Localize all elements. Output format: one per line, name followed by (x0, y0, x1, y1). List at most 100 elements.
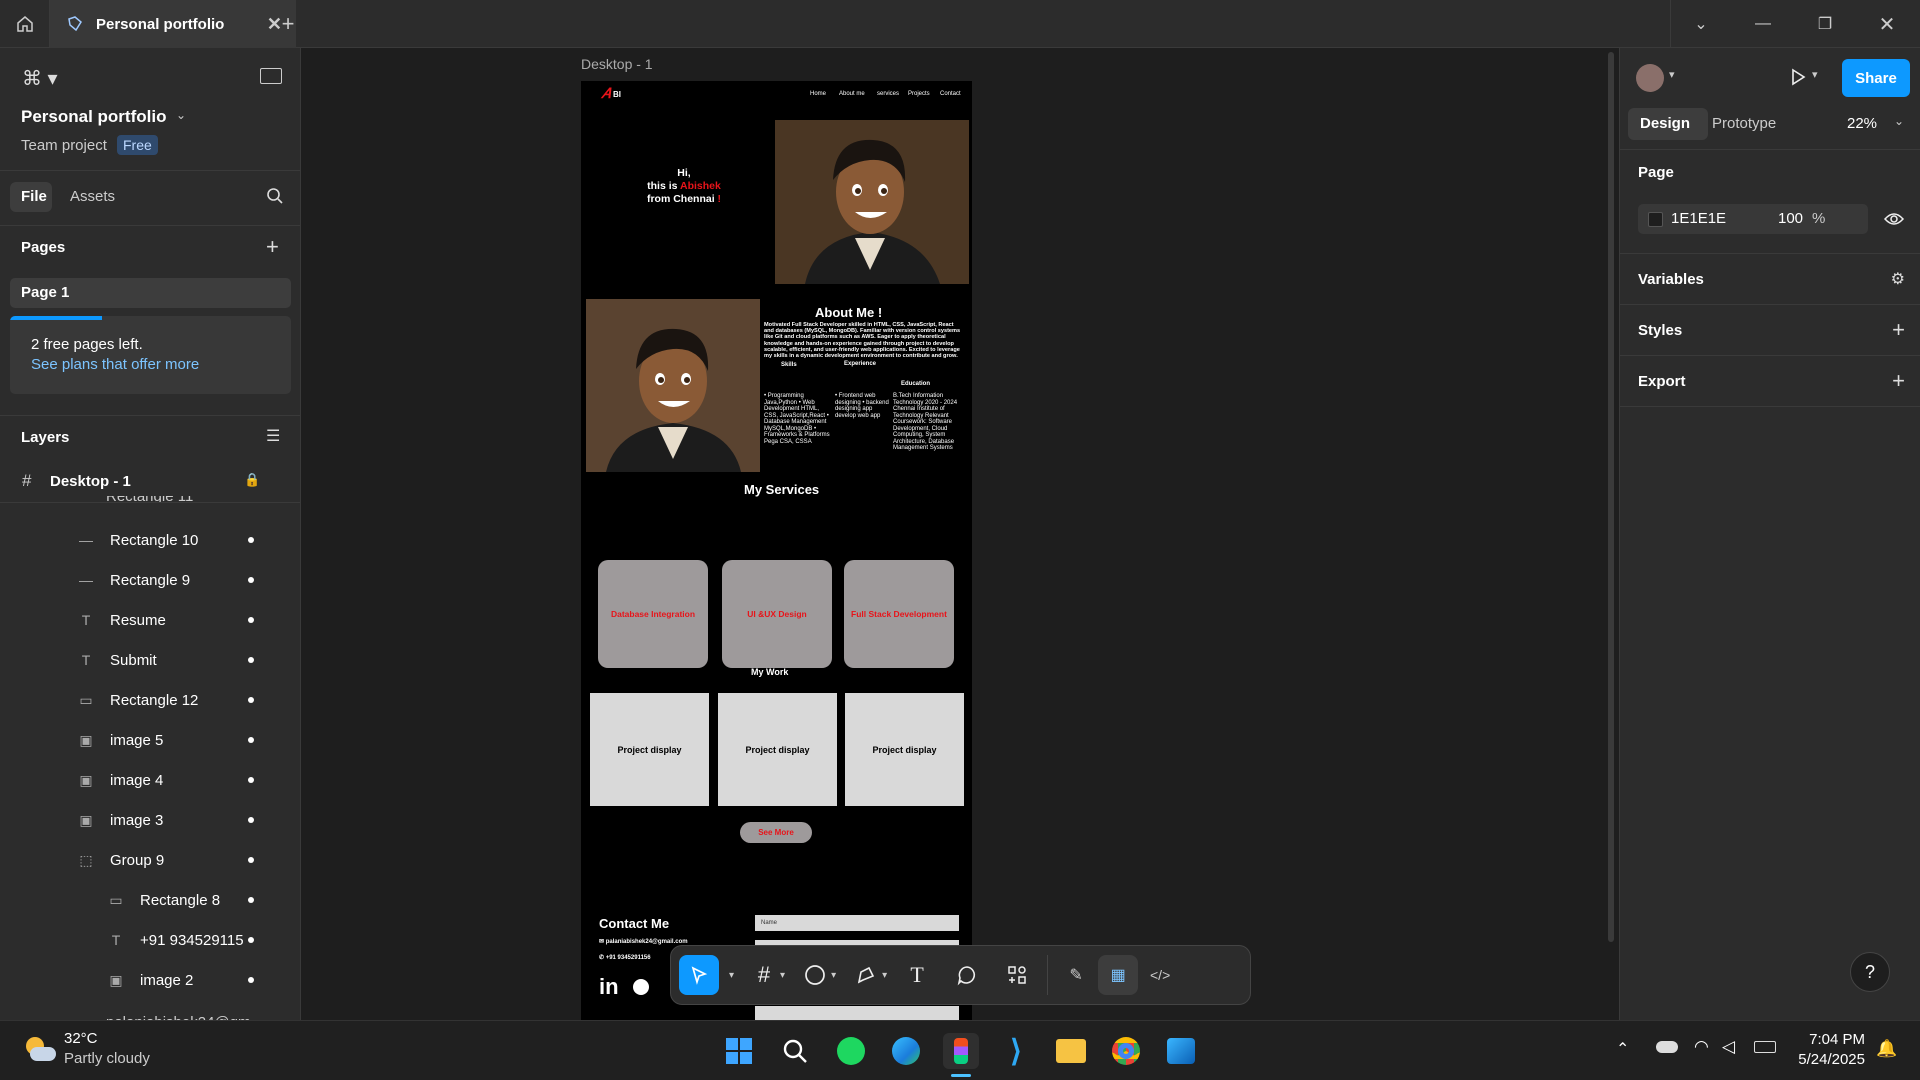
add-style-icon[interactable]: + (1892, 317, 1905, 343)
layer-item[interactable]: ▭ Rectangle 8 (0, 880, 300, 920)
canvas[interactable]: Desktop - 1 𝐴 BI Home About me services … (302, 48, 1618, 1020)
zoom-level[interactable]: 22% (1847, 115, 1877, 132)
figma-app[interactable] (943, 1033, 979, 1069)
layer-item[interactable]: — Rectangle 9 (0, 560, 300, 600)
layer-item[interactable]: ▣ image 3 (0, 800, 300, 840)
layer-item[interactable]: ▣ image 2 (0, 960, 300, 1000)
main-menu-button[interactable]: ⌘ ▾ (22, 66, 58, 91)
clock-time[interactable]: 7:04 PM (1797, 1031, 1865, 1048)
search-taskbar-button[interactable] (777, 1033, 813, 1069)
design-mode-button[interactable]: ▦ (1098, 955, 1139, 995)
color-swatch[interactable] (1648, 212, 1663, 227)
desktop-1-frame[interactable]: 𝐴 BI Home About me services Projects Con… (581, 81, 972, 1020)
avatar-chevron-icon[interactable]: ▾ (1669, 68, 1675, 81)
eye-icon[interactable] (1884, 211, 1904, 227)
layer-item[interactable]: T Submit (0, 640, 300, 680)
visibility-dot-icon[interactable] (248, 937, 254, 943)
file-name-chevron-icon[interactable]: ⌄ (176, 108, 186, 122)
close-window-button[interactable]: ✕ (1856, 0, 1918, 48)
visibility-dot-icon[interactable] (248, 697, 254, 703)
visibility-dot-icon[interactable] (248, 897, 254, 903)
weather-temp[interactable]: 32°C (64, 1030, 98, 1047)
onedrive-icon[interactable] (1656, 1041, 1678, 1053)
visibility-dot-icon[interactable] (248, 577, 254, 583)
zoom-chevron-icon[interactable]: ⌄ (1894, 114, 1904, 128)
layers-filter-icon[interactable]: ☰ (266, 426, 280, 446)
avatar[interactable] (1636, 64, 1664, 92)
volume-icon[interactable]: ◁ (1722, 1037, 1735, 1057)
play-icon[interactable] (1788, 67, 1808, 87)
page-opacity[interactable]: 100 (1778, 210, 1803, 227)
layer-item[interactable]: ▣ image 5 (0, 720, 300, 760)
layer-item[interactable]: T +91 934529115 (0, 920, 300, 960)
visibility-dot-icon[interactable] (248, 777, 254, 783)
tab-assets[interactable]: Assets (70, 188, 115, 205)
pen-tool-button[interactable] (846, 955, 886, 995)
clock-date[interactable]: 5/24/2025 (1795, 1051, 1865, 1068)
chevron-down-icon[interactable]: ⌄ (1670, 0, 1732, 48)
start-button[interactable] (721, 1033, 757, 1069)
move-tool-chevron-icon[interactable]: ▾ (729, 970, 734, 981)
visibility-dot-icon[interactable] (248, 737, 254, 743)
home-button[interactable] (0, 0, 50, 48)
text-tool-button[interactable]: T (897, 955, 937, 995)
file-name[interactable]: Personal portfolio (21, 107, 166, 127)
canvas-scrollbar[interactable] (1608, 52, 1614, 942)
sidebar-toggle-icon[interactable] (260, 68, 282, 84)
weather-desc[interactable]: Partly cloudy (64, 1050, 150, 1067)
tab-prototype[interactable]: Prototype (1712, 115, 1776, 132)
actions-tool-button[interactable] (997, 955, 1037, 995)
frame-tool-button[interactable]: # (744, 955, 784, 995)
visibility-dot-icon[interactable] (248, 817, 254, 823)
file-tab[interactable]: Personal portfolio ✕ (50, 0, 296, 48)
restore-button[interactable]: ❐ (1794, 0, 1856, 48)
edge-app[interactable] (888, 1033, 924, 1069)
spotify-app[interactable] (833, 1033, 869, 1069)
export-section[interactable]: Export + (1620, 356, 1920, 407)
layer-item[interactable]: ▣ image 4 (0, 760, 300, 800)
frame-label[interactable]: Desktop - 1 (581, 56, 653, 72)
wifi-icon[interactable]: ◠ (1694, 1037, 1709, 1057)
tab-design[interactable]: Design (1640, 115, 1690, 132)
chrome-app[interactable] (1108, 1033, 1144, 1069)
variables-settings-icon[interactable]: ⚙ (1891, 269, 1905, 289)
photos-app[interactable] (1163, 1033, 1199, 1069)
layer-frame-desktop-1[interactable]: Desktop - 1 (50, 473, 131, 490)
lock-icon[interactable]: 🔒 (244, 472, 260, 488)
move-tool-button[interactable] (679, 955, 719, 995)
add-page-button[interactable]: + (266, 234, 279, 260)
file-explorer-app[interactable] (1053, 1033, 1089, 1069)
share-button[interactable]: Share (1842, 59, 1910, 97)
draw-mode-button[interactable]: ✎ (1056, 955, 1096, 995)
visibility-dot-icon[interactable] (248, 537, 254, 543)
visibility-dot-icon[interactable] (248, 977, 254, 983)
comment-tool-button[interactable] (947, 955, 987, 995)
styles-section[interactable]: Styles + (1620, 305, 1920, 356)
help-button[interactable]: ? (1850, 952, 1890, 992)
layer-item[interactable]: — Rectangle 10 (0, 520, 300, 560)
page-item-page-1[interactable]: Page 1 (21, 284, 69, 301)
frame-tool-chevron-icon[interactable]: ▾ (780, 970, 785, 981)
new-tab-button[interactable]: + (270, 0, 306, 48)
layer-item[interactable]: ⬚ Group 9 (0, 840, 300, 880)
vscode-app[interactable]: ⟩ (998, 1033, 1034, 1069)
add-export-icon[interactable]: + (1892, 368, 1905, 394)
battery-icon[interactable] (1754, 1041, 1776, 1053)
tab-file[interactable]: File (21, 188, 47, 205)
page-color-hex[interactable]: 1E1E1E (1671, 210, 1726, 227)
minimize-button[interactable]: — (1732, 0, 1794, 48)
see-plans-link[interactable]: See plans that offer more (31, 356, 199, 373)
shape-tool-button[interactable] (795, 955, 835, 995)
tray-chevron-icon[interactable]: ⌃ (1616, 1039, 1629, 1059)
notification-bell-icon[interactable]: 🔔 (1876, 1039, 1897, 1059)
present-chevron-icon[interactable]: ▾ (1812, 68, 1818, 81)
visibility-dot-icon[interactable] (248, 857, 254, 863)
visibility-dot-icon[interactable] (248, 657, 254, 663)
dev-mode-button[interactable]: </> (1140, 955, 1180, 995)
variables-section[interactable]: Variables ⚙ (1620, 254, 1920, 305)
search-icon[interactable] (266, 187, 284, 205)
layer-item[interactable]: T Resume (0, 600, 300, 640)
visibility-dot-icon[interactable] (248, 617, 254, 623)
shape-tool-chevron-icon[interactable]: ▾ (831, 970, 836, 981)
weather-icon[interactable] (22, 1037, 56, 1063)
